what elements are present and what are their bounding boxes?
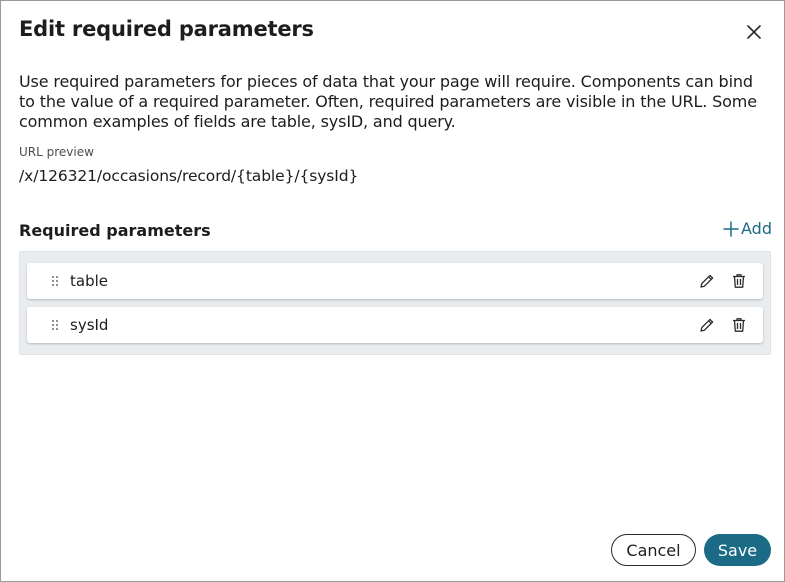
edit-parameter-button[interactable] (697, 271, 717, 291)
drag-handle-icon[interactable] (51, 275, 59, 287)
trash-icon (733, 318, 745, 332)
drag-handle-icon[interactable] (51, 319, 59, 331)
trash-icon (733, 274, 745, 288)
parameters-list: table sysId (19, 251, 771, 355)
delete-parameter-button[interactable] (729, 315, 749, 335)
delete-parameter-button[interactable] (729, 271, 749, 291)
edit-parameter-button[interactable] (697, 315, 717, 335)
edit-required-parameters-dialog: Edit required parameters Use required pa… (0, 0, 785, 582)
pencil-icon (700, 318, 714, 332)
parameter-name: table (70, 272, 108, 290)
save-button[interactable]: Save (704, 534, 771, 566)
plus-icon (723, 220, 739, 237)
add-parameter-button[interactable]: Add (723, 219, 772, 238)
parameter-name: sysId (70, 316, 109, 334)
parameter-row: sysId (27, 307, 763, 343)
url-preview-label: URL preview (19, 145, 94, 159)
add-parameter-label: Add (741, 219, 772, 238)
parameter-row: table (27, 263, 763, 299)
dialog-description: Use required parameters for pieces of da… (19, 72, 757, 131)
required-parameters-heading: Required parameters (19, 221, 211, 240)
pencil-icon (700, 274, 714, 288)
dialog-title: Edit required parameters (19, 17, 314, 41)
close-icon (747, 25, 761, 39)
cancel-button[interactable]: Cancel (611, 534, 696, 566)
close-button[interactable] (741, 19, 767, 45)
url-preview-value: /x/126321/occasions/record/{table}/{sysI… (19, 167, 359, 185)
